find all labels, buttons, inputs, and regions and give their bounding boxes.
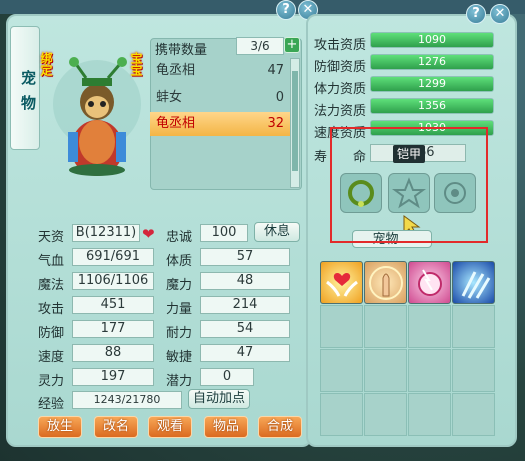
skill-slot[interactable] [320, 261, 363, 304]
loyalty-value: 100 [200, 224, 248, 242]
aptitude-label: 天资 [38, 230, 65, 245]
attack-label: 攻击 [38, 302, 65, 317]
view-button[interactable]: 观看 [148, 416, 192, 438]
skill-slot-empty[interactable] [408, 393, 451, 436]
highlight-box [330, 127, 488, 243]
auto-allocate-button[interactable]: 自动加点 [188, 389, 250, 409]
spirit-label: 灵力 [38, 374, 65, 389]
skill-slot-empty[interactable] [452, 349, 495, 392]
pet-name: 蚌女 [156, 90, 183, 105]
rest-button[interactable]: 休息 [254, 222, 300, 242]
aptitude-value: B(12311) [72, 224, 140, 242]
pet-list-item[interactable]: 龟丞相 47 [150, 59, 290, 83]
attack-aptitude-value: 1090 [418, 33, 446, 46]
release-button[interactable]: 放生 [38, 416, 82, 438]
defense-aptitude-label: 防御资质 [314, 60, 367, 75]
close-button-2[interactable]: ✕ [490, 4, 510, 24]
rename-button[interactable]: 改名 [94, 416, 138, 438]
stamina-aptitude-value: 1299 [418, 77, 446, 90]
constitution-label: 体质 [166, 254, 193, 269]
magic-label: 魔力 [166, 278, 193, 293]
skill-slot-empty[interactable] [364, 349, 407, 392]
pet-list-item-selected[interactable]: 龟丞相 32 [150, 112, 290, 136]
skill-slot-empty[interactable] [320, 349, 363, 392]
mana-aptitude-bar: 1356 [370, 98, 494, 114]
carry-count-label: 携带数量 [155, 43, 208, 58]
scrollbar-thumb[interactable] [292, 71, 298, 171]
mana-aptitude-value: 1356 [418, 99, 446, 112]
endurance-label: 耐力 [166, 326, 193, 341]
wing-heart-icon [326, 273, 358, 297]
praying-hands-icon [369, 266, 403, 300]
skill-slot-empty[interactable] [320, 305, 363, 348]
pet-list-scrollbar[interactable] [290, 58, 300, 188]
hp-label: 气血 [38, 254, 65, 269]
pet-list-item[interactable]: 蚌女 0 [150, 86, 290, 110]
hp-value: 691/691 [72, 248, 154, 266]
pet-name: 龟丞相 [156, 63, 196, 78]
speed-label: 速度 [38, 350, 65, 365]
skill-slot-empty[interactable] [452, 393, 495, 436]
pet-portrait-image [53, 57, 141, 176]
attack-aptitude-label: 攻击资质 [314, 38, 367, 53]
side-tab-pet[interactable]: 宠物 [10, 26, 40, 150]
pet-level: 0 [275, 90, 284, 105]
defense-label: 防御 [38, 326, 65, 341]
items-button[interactable]: 物品 [204, 416, 248, 438]
defense-aptitude-bar: 1276 [370, 54, 494, 70]
defense-aptitude-value: 1276 [418, 55, 446, 68]
help-button[interactable]: ? [276, 0, 296, 20]
stamina-aptitude-label: 体力资质 [314, 82, 367, 97]
skill-slot-empty[interactable] [408, 349, 451, 392]
mana-aptitude-label: 法力资质 [314, 104, 367, 119]
help-button-2[interactable]: ? [466, 4, 486, 24]
magic-orb-icon [418, 269, 442, 296]
experience-label: 经验 [38, 397, 65, 412]
skill-slot-empty[interactable] [364, 305, 407, 348]
skill-slot-empty[interactable] [452, 305, 495, 348]
combine-button[interactable]: 合成 [258, 416, 302, 438]
pet-level: 47 [267, 63, 284, 78]
potential-label: 潜力 [166, 374, 193, 389]
attack-value: 451 [72, 296, 154, 314]
agility-value: 47 [200, 344, 290, 362]
defense-value: 177 [72, 320, 154, 338]
mp-value: 1106/1106 [72, 272, 154, 290]
skill-slot-empty[interactable] [364, 393, 407, 436]
endurance-value: 54 [200, 320, 290, 338]
skill-slot-empty[interactable] [320, 393, 363, 436]
experience-value: 1243/21780 [72, 391, 182, 409]
magic-value: 48 [200, 272, 290, 290]
potential-value: 0 [200, 368, 254, 386]
skill-slot[interactable] [452, 261, 495, 304]
top-strip [0, 0, 525, 14]
spirit-value: 197 [72, 368, 154, 386]
strength-value: 214 [200, 296, 290, 314]
speed-value: 88 [72, 344, 154, 362]
pet-name: 龟丞相 [156, 116, 196, 131]
constitution-value: 57 [200, 248, 290, 266]
loyalty-label: 忠诚 [166, 230, 193, 245]
heart-icon[interactable]: ❤ [142, 225, 155, 243]
strength-label: 力量 [166, 302, 193, 317]
carry-count-value: 3/6 [236, 37, 284, 55]
ice-claw-icon [461, 271, 491, 299]
skill-slot[interactable] [408, 261, 451, 304]
pet-level: 32 [267, 116, 284, 131]
agility-label: 敏捷 [166, 350, 193, 365]
add-slot-button[interactable]: + [284, 37, 300, 53]
stamina-aptitude-bar: 1299 [370, 76, 494, 92]
skill-slot[interactable] [364, 261, 407, 304]
attack-aptitude-bar: 1090 [370, 32, 494, 48]
mp-label: 魔法 [38, 278, 65, 293]
skill-slot-empty[interactable] [408, 305, 451, 348]
